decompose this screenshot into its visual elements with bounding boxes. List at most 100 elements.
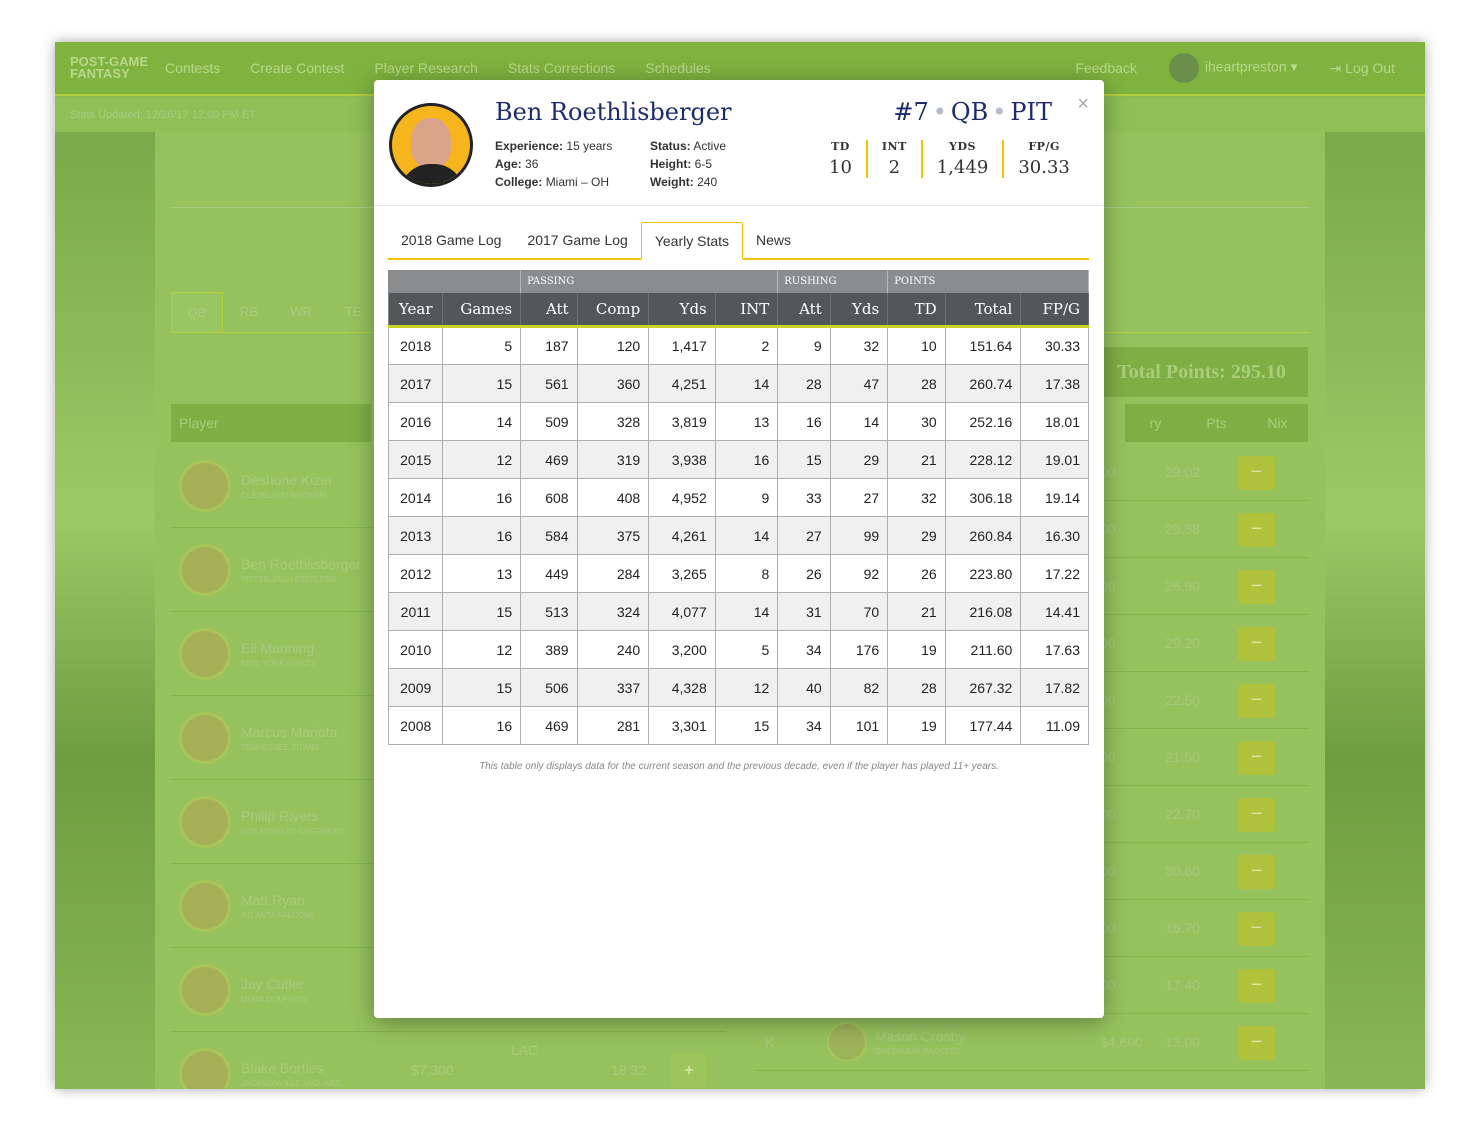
table-cell: 375: [576, 516, 650, 555]
tab-2017-game-log[interactable]: 2017 Game Log: [514, 222, 640, 258]
table-cell: 281: [576, 706, 650, 745]
nav-player-research[interactable]: Player Research: [374, 60, 478, 76]
tab-qb[interactable]: QB: [171, 292, 223, 332]
weight-row: Weight: 240: [650, 173, 726, 191]
logout-link[interactable]: ⇥ Log Out: [1330, 60, 1395, 77]
college-row: College: Miami – OH: [495, 173, 612, 191]
player-modal: Ben Roethlisberger Experience: 15 years …: [374, 80, 1104, 1018]
player-row[interactable]: Blake Bortles JACKSONVILLE JAGUARS $7,300 L…: [171, 1032, 726, 1089]
table-row: 2018 5 187 120 1,417 2 9 32 10 151.64 30.33: [387, 326, 1089, 365]
table-cell: 469: [520, 440, 578, 479]
nix-button[interactable]: −: [1238, 855, 1275, 889]
lineup-position: K: [765, 1034, 775, 1050]
nix-button[interactable]: −: [1238, 570, 1275, 604]
player-column-header[interactable]: Player: [171, 404, 371, 442]
column-header[interactable]: Att: [777, 292, 831, 328]
table-cell: 29: [829, 440, 889, 479]
tab-te[interactable]: TE: [327, 292, 379, 332]
column-header[interactable]: Att: [520, 292, 578, 328]
caret-down-icon: ▾: [1290, 58, 1298, 75]
summary-label: FP/G: [1028, 140, 1060, 153]
status-value: Active: [693, 139, 727, 153]
table-cell: 47: [829, 364, 889, 403]
table-cell: 17.22: [1020, 554, 1089, 593]
table-cell: 360: [576, 364, 650, 403]
column-header[interactable]: INT: [715, 292, 779, 328]
player-photo: [179, 1047, 231, 1089]
table-cell: 260.74: [944, 364, 1022, 403]
table-cell: 26: [887, 554, 946, 593]
table-row: 2015 12 469 319 3,938 16 15 29 21 228.12 19.01: [387, 440, 1089, 479]
close-icon[interactable]: ×: [1077, 93, 1089, 116]
lineup-salary: $4,600: [1100, 1034, 1143, 1050]
column-header-row: Year Games Att Comp Yds INT Att Yds TD Total FP/G: [388, 292, 1089, 328]
tab-news[interactable]: News: [743, 222, 804, 258]
table-cell: 211.60: [944, 630, 1022, 669]
nix-button[interactable]: −: [1238, 912, 1275, 946]
nav-create-contest[interactable]: Create Contest: [250, 60, 344, 76]
nav-schedules[interactable]: Schedules: [645, 60, 710, 76]
table-cell: 70: [829, 592, 889, 631]
nav-stats-corrections[interactable]: Stats Corrections: [508, 60, 615, 76]
tab-rb[interactable]: RB: [223, 292, 275, 332]
salary-column-header: ry: [1149, 415, 1162, 431]
table-cell: 176: [829, 630, 889, 669]
user-menu[interactable]: iheartpreston ▾: [1168, 53, 1298, 83]
nav-feedback[interactable]: Feedback: [1075, 60, 1136, 76]
nix-button[interactable]: −: [1238, 741, 1275, 775]
table-cell: 16: [442, 516, 522, 555]
table-note: This table only displays data for the cu…: [479, 761, 999, 772]
nix-button[interactable]: −: [1238, 627, 1275, 661]
column-header[interactable]: Yds: [830, 292, 889, 328]
status-label: Status:: [650, 139, 691, 153]
lineup-pts: 17.40: [1165, 977, 1201, 993]
lineup-header: ry Pts Nix: [1125, 404, 1308, 442]
lineup-pts: 21.50: [1165, 749, 1201, 765]
nix-button[interactable]: −: [1238, 684, 1275, 718]
table-cell: 28: [887, 364, 946, 403]
lineup-player-team: GREEN BAY PACKERS: [875, 1047, 961, 1056]
nix-button[interactable]: −: [1238, 513, 1275, 547]
nix-button[interactable]: −: [1238, 969, 1275, 1003]
column-header[interactable]: Games: [442, 292, 522, 328]
tab-yearly-stats[interactable]: Yearly Stats: [640, 222, 744, 260]
table-cell: 5: [442, 326, 522, 365]
summary-label: INT: [881, 140, 907, 153]
tab-2018-game-log[interactable]: 2018 Game Log: [388, 222, 514, 258]
table-cell: 32: [829, 326, 889, 365]
column-header[interactable]: Year: [388, 292, 444, 328]
age-value: 36: [525, 157, 539, 171]
nav-contests[interactable]: Contests: [165, 60, 220, 76]
nix-button[interactable]: −: [1238, 456, 1275, 490]
summary-value: 2: [888, 157, 901, 178]
column-header[interactable]: Comp: [577, 292, 650, 328]
separator: •: [992, 98, 1007, 126]
table-cell: 17.82: [1020, 668, 1089, 707]
lineup-pts: 22.70: [1165, 806, 1201, 822]
logo[interactable]: POST-GAME FANTASY: [70, 55, 150, 80]
table-cell: 15: [442, 364, 522, 403]
column-header[interactable]: Yds: [648, 292, 716, 328]
column-header[interactable]: Total: [945, 292, 1022, 328]
player-team: NEW YORK GIANTS: [241, 658, 317, 668]
status-row: Status: Active: [650, 137, 726, 155]
table-cell: 2018: [387, 326, 444, 365]
summary-int: INT 2: [865, 140, 921, 178]
table-cell: 30: [887, 402, 946, 441]
player-opponent: LAC: [511, 1042, 539, 1058]
nix-button[interactable]: −: [1238, 1026, 1275, 1060]
tab-wr[interactable]: WR: [275, 292, 327, 332]
season-summary: TD 10 INT 2 YDS 1,449 FP/G 30.33: [815, 140, 1084, 178]
table-cell: 584: [520, 516, 578, 555]
nix-button[interactable]: −: [1238, 798, 1275, 832]
table-cell: 27: [829, 478, 889, 517]
table-cell: 12: [442, 630, 522, 669]
group-rushing: RUSHING: [777, 270, 889, 293]
user-avatar: [1168, 53, 1199, 83]
table-cell: 40: [777, 668, 831, 707]
add-player-button[interactable]: +: [671, 1054, 707, 1088]
column-header[interactable]: TD: [887, 292, 946, 328]
column-header[interactable]: FP/G: [1020, 292, 1089, 328]
lineup-player-name-text: Mason Crosby: [875, 1028, 966, 1044]
stadium-background-left: [55, 132, 155, 1089]
